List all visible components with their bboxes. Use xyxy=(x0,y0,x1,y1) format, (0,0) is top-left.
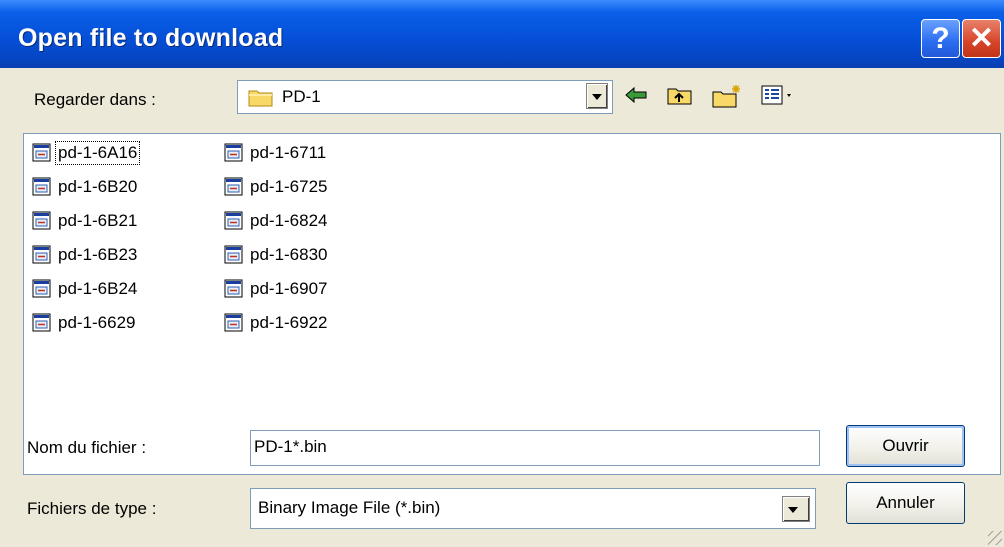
up-folder-icon[interactable] xyxy=(667,84,693,111)
filetype-select[interactable]: Binary Image File (*.bin) xyxy=(250,488,816,529)
close-button[interactable]: ✕ xyxy=(962,19,1001,58)
filetype-dropdown-arrow[interactable] xyxy=(782,496,810,522)
file-name: pd-1-6824 xyxy=(250,211,328,230)
file-item[interactable]: pd-1-6A16 xyxy=(32,140,141,166)
file-icon xyxy=(224,313,243,332)
file-name: pd-1-6830 xyxy=(250,245,328,264)
lookin-dropdown[interactable]: PD-1 xyxy=(237,80,613,114)
lookin-dropdown-arrow[interactable] xyxy=(586,83,608,109)
file-icon xyxy=(224,177,243,196)
filetype-label: Fichiers de type : xyxy=(27,499,157,518)
file-item[interactable]: pd-1-6B24 xyxy=(32,276,139,302)
view-menu-icon[interactable] xyxy=(761,84,795,111)
file-name: pd-1-6A16 xyxy=(54,141,141,165)
file-icon xyxy=(32,313,51,332)
file-icon xyxy=(32,245,51,264)
file-item[interactable]: pd-1-6629 xyxy=(32,310,138,336)
back-icon[interactable] xyxy=(624,84,648,111)
file-item[interactable]: pd-1-6922 xyxy=(224,310,330,336)
open-button[interactable]: Ouvrir xyxy=(846,425,965,467)
file-item[interactable]: pd-1-6725 xyxy=(224,174,330,200)
filename-label: Nom du fichier : xyxy=(27,438,147,457)
file-name: pd-1-6B21 xyxy=(58,211,138,230)
filetype-value: Binary Image File (*.bin) xyxy=(258,498,441,517)
file-icon xyxy=(32,211,51,230)
file-list[interactable]: pd-1-6A16 pd-1-6B20 pd-1-6B21 pd-1-6B23 pd-1… xyxy=(23,133,1001,475)
file-icon xyxy=(224,279,243,298)
open-file-dialog: Open file to download ? ✕ Regarder dans … xyxy=(0,0,1004,547)
file-item[interactable]: pd-1-6B20 xyxy=(32,174,139,200)
title-bar[interactable]: Open file to download ? ✕ xyxy=(0,0,1004,68)
help-button[interactable]: ? xyxy=(921,19,960,58)
filename-value: PD-1*.bin xyxy=(254,437,327,456)
new-folder-icon[interactable] xyxy=(712,84,742,113)
file-item[interactable]: pd-1-6830 xyxy=(224,242,330,268)
file-name: pd-1-6B23 xyxy=(58,245,138,264)
window-title: Open file to download xyxy=(18,24,284,52)
file-icon xyxy=(32,143,51,162)
file-name: pd-1-6922 xyxy=(250,313,328,332)
file-item[interactable]: pd-1-6824 xyxy=(224,208,330,234)
file-icon xyxy=(224,245,243,264)
file-icon xyxy=(32,177,51,196)
cancel-button[interactable]: Annuler xyxy=(846,482,965,524)
folder-icon xyxy=(248,87,274,112)
file-icon xyxy=(224,143,243,162)
file-name: pd-1-6629 xyxy=(58,313,136,332)
resize-grip[interactable] xyxy=(988,531,1002,545)
file-icon xyxy=(224,211,243,230)
file-name: pd-1-6711 xyxy=(250,143,327,162)
file-item[interactable]: pd-1-6B21 xyxy=(32,208,139,234)
file-name: pd-1-6907 xyxy=(250,279,328,298)
lookin-value: PD-1 xyxy=(282,87,321,106)
file-item[interactable]: pd-1-6907 xyxy=(224,276,330,302)
file-name: pd-1-6B24 xyxy=(58,279,138,298)
dialog-body: Regarder dans : PD-1 pd-1-6A16 pd-1-6B20 p… xyxy=(0,68,1004,547)
file-item[interactable]: pd-1-6B23 xyxy=(32,242,139,268)
file-name: pd-1-6725 xyxy=(250,177,328,196)
lookin-label: Regarder dans : xyxy=(34,90,156,109)
file-name: pd-1-6B20 xyxy=(58,177,138,196)
filename-input[interactable]: PD-1*.bin xyxy=(250,430,820,466)
file-item[interactable]: pd-1-6711 xyxy=(224,140,328,166)
file-icon xyxy=(32,279,51,298)
